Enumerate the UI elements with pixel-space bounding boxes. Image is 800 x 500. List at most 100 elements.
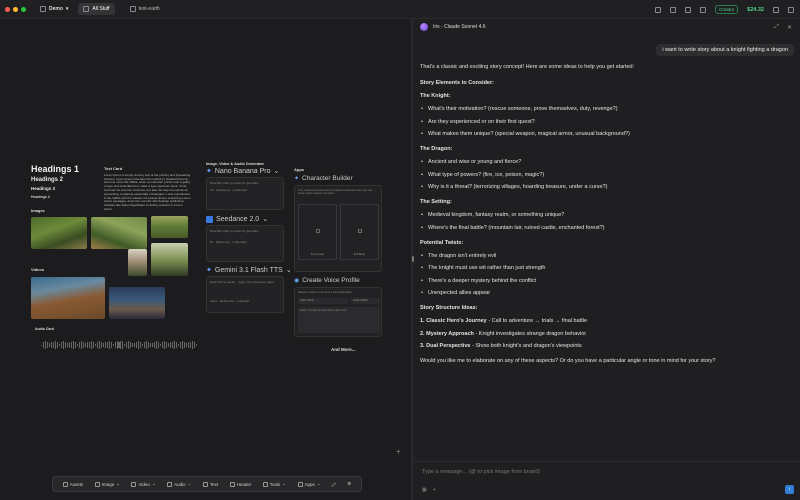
heading-4[interactable]: Headings 4 [31,195,50,199]
waveform-bar [85,343,86,347]
send-button[interactable]: ↑ [785,485,794,494]
video-clip-2[interactable] [109,287,165,319]
share-icon[interactable] [655,6,662,13]
expand-icon: ⤢ [332,481,336,487]
add-icon[interactable]: + [433,487,436,493]
chevron-down-icon: ⌄ [273,168,280,175]
chevron-down-icon: ⌄ [151,481,156,486]
voice-description-field[interactable]: Warm, friendly narrator with a clear ton… [298,307,380,333]
settings-icon[interactable] [788,6,794,13]
section-heading: Story Structure Ideas: [420,305,478,311]
generator-panel-seedance[interactable]: Describe what you want to generate... 5s… [206,225,284,262]
generator-prompt[interactable]: Enter text to speak... (type / for expre… [207,277,283,287]
slot-label: Full Body [353,252,366,256]
toolbar-apps[interactable]: Apps ⌄ [297,481,321,487]
text-card[interactable]: Text Card Lorem ipsum is simply dummy te… [104,167,192,212]
app-character-builder-card[interactable]: Turn a reference photo into a consistent… [294,185,382,272]
and-more-link[interactable]: And More... [331,347,356,352]
waveform-bar [130,341,131,349]
waveform-bar [43,342,44,348]
top-bar: Demo ▾ All Stuff test-earth Creator $24.… [0,0,800,19]
heading-2[interactable]: Headings 2 [31,177,63,183]
maximize-window-button[interactable] [21,6,26,12]
structure-text: - Call to adventure → trials → final bat… [486,318,587,324]
audio-card[interactable]: Audio Card [33,327,197,355]
chat-input[interactable]: Type a message... (@ to pick image from … [422,469,540,475]
audio-card-label: Audio Card [35,327,54,331]
image-person-1[interactable] [128,249,147,276]
app-character-builder-title[interactable]: ✦ Character Builder [294,175,353,182]
heading-3[interactable]: Headings 3 [31,186,55,191]
slot-label: Front view [311,252,324,256]
toolbar-audio[interactable]: Audio ⌄ [167,481,191,487]
credit-balance[interactable]: $24.32 [747,7,764,13]
upload-icon [358,229,362,233]
tab-label: test-earth [138,6,160,12]
waveform-bar [87,342,88,348]
image-forest-3[interactable] [151,216,188,238]
app-voice-profile-title[interactable]: ◉ Create Voice Profile [294,277,360,284]
app-description: Design a custom voice from a short descr… [298,291,352,294]
seedance-icon [206,215,213,223]
generator-panel-nano-banana[interactable]: Describe what you want to generate... 1K… [206,177,284,210]
add-icon[interactable]: + [396,447,401,456]
voice-name-field[interactable]: Voice Name [298,298,348,304]
waveform-bar [132,342,133,348]
voice-stability-select[interactable]: Audio Stable [351,298,380,304]
comment-icon[interactable] [670,6,677,13]
app-name: Character Builder [302,175,353,182]
toolbar-settings[interactable]: ⚙ [347,481,351,487]
code-icon[interactable] [700,6,707,13]
generator-prompt[interactable]: Describe what you want to generate... [207,178,283,188]
generator-model-selector[interactable]: Seedance 2.0 ⌄ [206,215,268,223]
app-voice-profile-card[interactable]: Design a custom voice from a short descr… [294,287,382,337]
waveform-bar [154,341,155,349]
close-window-button[interactable] [5,6,10,12]
generator-panel-gemini-tts[interactable]: Enter text to speak... (type / for expre… [206,276,284,313]
waveform-bar [49,343,50,347]
toolbar-assets[interactable]: Assets [62,481,83,487]
toolbar-tools[interactable]: Tools ⌄ [262,481,286,487]
expand-icon[interactable]: ⤢ [774,24,779,31]
tab-all-stuff[interactable]: All Stuff [78,3,115,15]
waveform-bar [190,341,191,349]
image-attach-icon[interactable]: ▦ [422,487,427,493]
close-icon[interactable]: ✕ [787,24,792,31]
waveform-bar [79,341,80,348]
generator-prompt[interactable]: Describe what you want to generate... [207,226,283,236]
app-name: Create Voice Profile [302,277,360,284]
toolbar-image[interactable]: Image ⌄ [94,481,120,487]
waveform-bar [97,341,98,349]
minimize-window-button[interactable] [13,6,18,12]
list-item: Where's the final battle? (mountain lair… [420,225,790,232]
waveform-bar [138,341,139,349]
chat-header-actions: ⤢ ✕ [774,24,792,31]
project-selector[interactable]: Demo ▾ [40,6,68,12]
list-item: There's a deeper mystery behind the conf… [420,278,790,285]
front-view-slot[interactable]: Front view [298,204,337,260]
image-forest-1[interactable] [31,217,87,249]
tab-test-earth[interactable]: test-earth [125,3,165,15]
layers-icon[interactable] [685,6,692,13]
full-body-slot[interactable]: Full Body [340,204,379,260]
list-item: Unexpected allies appear [420,290,790,297]
toolbar-video[interactable]: Video ⌄ [131,481,156,487]
generator-model-selector[interactable]: ✦ Gemini 3.1 Flash TTS ⌄ [206,266,292,275]
image-person-2[interactable] [151,243,188,276]
toolbar-expand[interactable]: ⤢ [332,482,336,487]
toolbar-label: Text [209,481,219,487]
waveform-bar [53,341,54,349]
waveform-bar [65,341,66,349]
image-forest-2[interactable] [91,217,147,249]
waveform-bar [107,341,108,349]
generator-model-selector[interactable]: ✦ Nano Banana Pro ⌄ [206,167,280,176]
plan-badge[interactable]: Creator [715,5,739,14]
waveform-bar [99,340,100,350]
toolbar-header[interactable]: Header [229,481,251,487]
waveform-bar [81,340,82,350]
waveform-bar [192,341,193,349]
video-beaver[interactable] [31,277,105,319]
bell-icon[interactable] [773,6,779,13]
heading-1[interactable]: Headings 1 [31,164,79,174]
toolbar-text[interactable]: Text [202,481,219,487]
